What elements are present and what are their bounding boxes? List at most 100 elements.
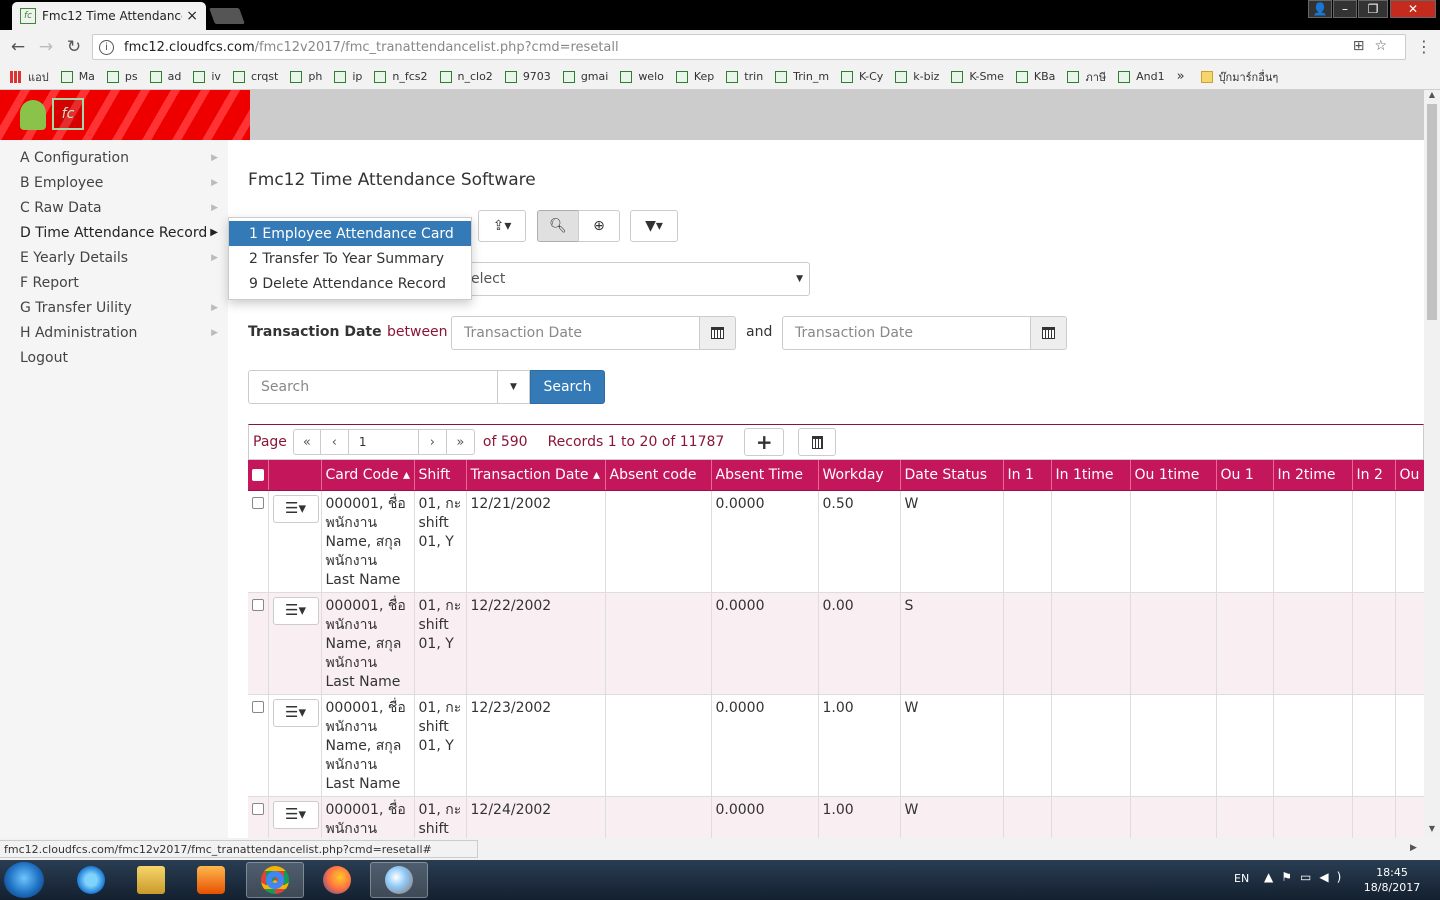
bookmark-item[interactable]: welo [620, 70, 664, 83]
close-tab-icon[interactable]: × [186, 8, 198, 24]
bookmark-item[interactable]: n_clo2 [439, 70, 493, 83]
other-bookmarks-folder[interactable]: บุ๊กมาร์กอื่นๆ [1200, 68, 1278, 86]
bookmark-item[interactable]: ad [149, 70, 181, 83]
star-icon[interactable]: ☆ [1374, 38, 1397, 54]
flag-icon[interactable]: ⚑ [1281, 870, 1300, 884]
row-checkbox[interactable] [252, 496, 264, 509]
header-ou-1[interactable]: Ou 1 [1216, 460, 1274, 491]
header-ou-1time[interactable]: Ou 1time [1130, 460, 1217, 491]
taskbar-explorer[interactable] [122, 862, 180, 898]
sidebar-item-logout[interactable]: Logout [0, 345, 228, 370]
sidebar-item-transfer-utility[interactable]: G Transfer Uility ▶ [0, 295, 228, 320]
scroll-right-icon[interactable]: ▶ [1410, 843, 1417, 853]
bookmark-item[interactable]: And1 [1118, 70, 1165, 83]
date-to-input[interactable]: Transaction Date [782, 316, 1031, 350]
forward-icon[interactable]: → [32, 37, 60, 57]
header-card-code[interactable]: Card Code ▴ [321, 460, 415, 491]
taskbar-chrome[interactable] [246, 862, 304, 898]
scroll-up-icon[interactable]: ▲ [1424, 90, 1440, 104]
taskbar-ie[interactable] [62, 862, 120, 898]
header-in-2time[interactable]: In 2time [1273, 460, 1353, 491]
sidebar-item-report[interactable]: F Report [0, 270, 228, 295]
bookmark-item[interactable]: Ma [60, 70, 95, 83]
sidebar-item-time-attendance-record[interactable]: D Time Attendance Record ▶ [0, 220, 228, 245]
bookmark-item[interactable]: K-Sme [951, 70, 1004, 83]
bookmark-item[interactable]: n_fcs2 [374, 70, 428, 83]
filter-button[interactable]: ▼▾ [630, 210, 678, 242]
network-icon[interactable]: ▭ [1300, 870, 1319, 884]
bookmark-item[interactable]: k-biz [895, 70, 939, 83]
sidebar-item-raw-data[interactable]: C Raw Data ▶ [0, 195, 228, 220]
app-logo[interactable]: fc [0, 90, 250, 140]
sidebar-item-configuration[interactable]: A Configuration ▶ [0, 145, 228, 170]
scroll-thumb[interactable] [1427, 104, 1437, 320]
header-in-1[interactable]: In 1 [1003, 460, 1052, 491]
bookmark-item[interactable]: iv [193, 70, 221, 83]
bookmark-item[interactable]: ph [290, 70, 322, 83]
browser-tab[interactable]: fc Fmc12 Time Attendance × [12, 2, 206, 30]
bookmark-item[interactable]: gmai [562, 70, 608, 83]
row-actions-button[interactable]: ☰▾ [272, 494, 319, 523]
header-select-all[interactable] [248, 460, 269, 491]
header-absent-code[interactable]: Absent code [605, 460, 712, 491]
bookmark-item[interactable]: ip [334, 70, 362, 83]
bookmark-item[interactable]: KBa [1015, 70, 1055, 83]
translate-icon[interactable]: ⊞ [1353, 38, 1375, 54]
info-icon[interactable]: i [99, 39, 114, 55]
clock[interactable]: 18:45 18/8/2017 [1362, 865, 1422, 895]
reload-icon[interactable]: ↻ [60, 37, 88, 57]
header-shift[interactable]: Shift [414, 460, 467, 491]
date-from-input[interactable]: Transaction Date [451, 316, 700, 350]
date-from-calendar-button[interactable] [700, 316, 736, 350]
sidebar-item-employee[interactable]: B Employee ▶ [0, 170, 228, 195]
bookmark-item[interactable]: 9703 [504, 70, 551, 83]
start-button[interactable] [4, 862, 44, 898]
volume-icon[interactable]: ◀) [1319, 870, 1349, 884]
next-page-button[interactable]: › [418, 429, 447, 455]
header-workday[interactable]: Workday [818, 460, 901, 491]
row-checkbox[interactable] [252, 598, 264, 611]
taskbar-firefox[interactable] [308, 862, 366, 898]
scroll-down-icon[interactable]: ▼ [1424, 824, 1440, 838]
bookmark-item[interactable]: Trin_m [775, 70, 829, 83]
taskbar-media-player[interactable] [182, 862, 240, 898]
header-in-1time[interactable]: In 1time [1051, 460, 1131, 491]
close-window-button[interactable]: ✕ [1390, 0, 1436, 18]
back-icon[interactable]: ← [4, 37, 32, 57]
search-toggle-button[interactable]: 🔍︎ [537, 210, 579, 242]
row-actions-button[interactable]: ☰▾ [272, 800, 319, 829]
sidebar-item-administration[interactable]: H Administration ▶ [0, 320, 228, 345]
bookmark-item[interactable]: trin [726, 70, 763, 83]
advanced-search-button[interactable]: ⊕ [578, 210, 620, 242]
show-hidden-icons[interactable]: ▲ [1264, 870, 1281, 884]
employee-select[interactable]: elect ▼ [448, 262, 810, 296]
row-actions-button[interactable]: ☰▾ [272, 698, 319, 727]
bookmark-item[interactable]: ps [106, 70, 138, 83]
maximize-button[interactable]: ❐ [1358, 0, 1388, 18]
prev-page-button[interactable]: ‹ [320, 429, 349, 455]
last-page-button[interactable]: » [446, 429, 475, 455]
submenu-employee-attendance-card[interactable]: 1 Employee Attendance Card [229, 221, 471, 246]
bookmark-item[interactable]: crqst [232, 70, 278, 83]
bookmark-item[interactable]: Kep [675, 70, 714, 83]
page-number-input[interactable]: 1 [348, 429, 419, 455]
language-indicator[interactable]: EN [1234, 872, 1249, 885]
taskbar-paint[interactable] [370, 862, 428, 898]
search-input[interactable]: Search [248, 370, 498, 404]
submenu-delete-attendance-record[interactable]: 9 Delete Attendance Record [229, 271, 471, 296]
bookmarks-overflow-chevron[interactable]: » [1177, 69, 1185, 84]
row-actions-button[interactable]: ☰▾ [272, 596, 319, 625]
header-date-status[interactable]: Date Status [900, 460, 1004, 491]
export-button[interactable]: ⇪▾ [478, 210, 526, 242]
address-bar[interactable]: i fmc12.cloudfcs.com/fmc12v2017/fmc_tran… [92, 34, 1406, 60]
row-checkbox[interactable] [252, 802, 264, 815]
new-tab-button[interactable] [209, 8, 245, 24]
select-all-checkbox[interactable] [252, 468, 264, 481]
submenu-transfer-to-year-summary[interactable]: 2 Transfer To Year Summary [229, 246, 471, 271]
header-absent-time[interactable]: Absent Time [711, 460, 819, 491]
search-button[interactable]: Search [530, 370, 605, 404]
bookmark-item[interactable]: K-Cy [841, 70, 883, 83]
menu-kebab-icon[interactable]: ⋮ [1416, 37, 1432, 56]
row-checkbox[interactable] [252, 700, 264, 713]
delete-records-button[interactable] [798, 428, 837, 456]
